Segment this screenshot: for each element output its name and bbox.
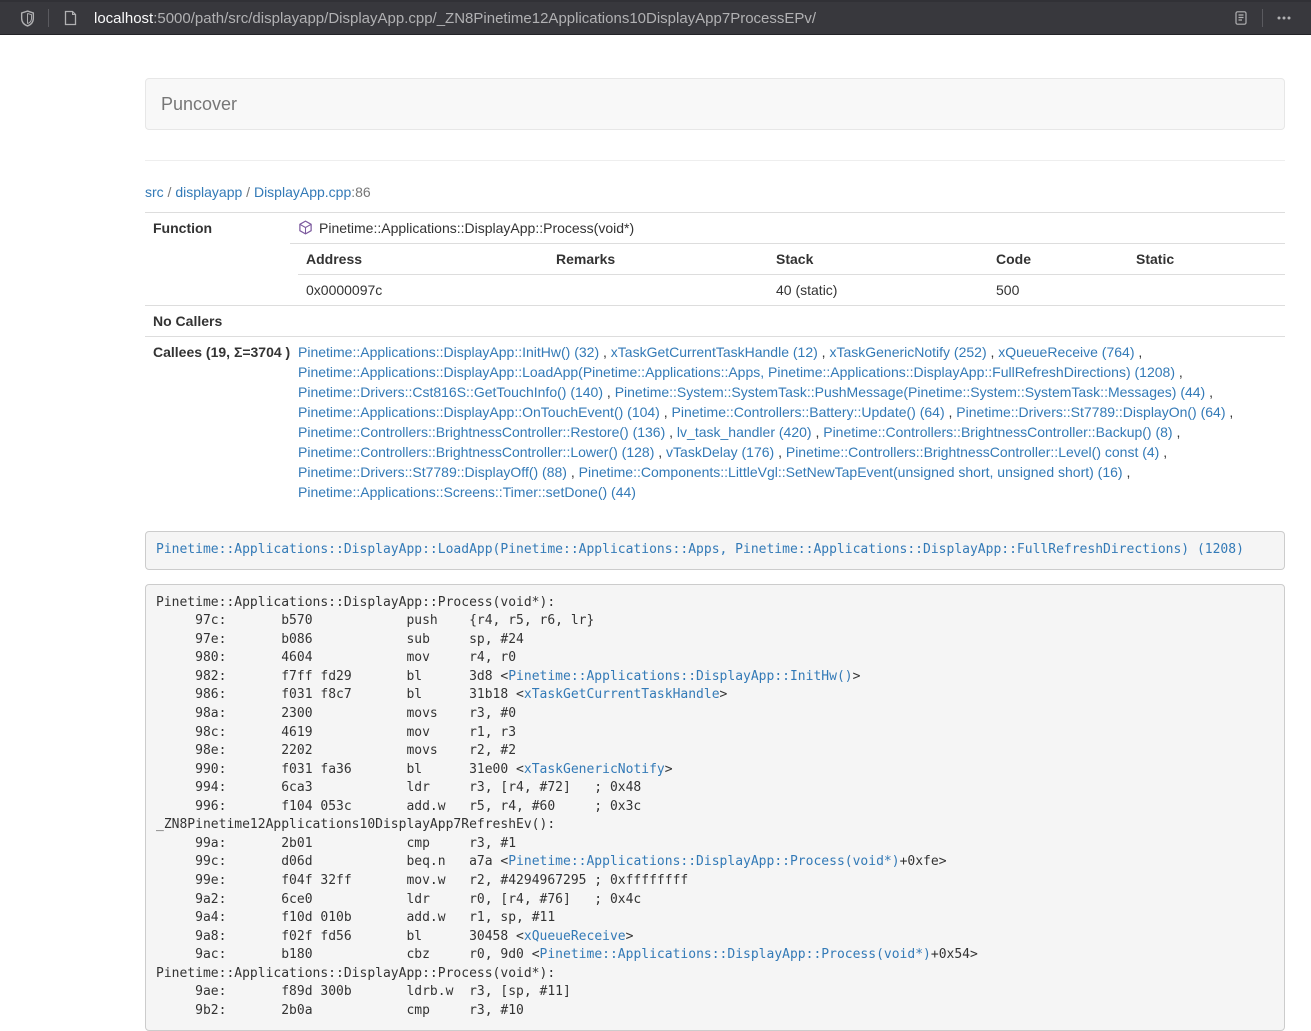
url-bar[interactable]: localhost:5000/path/src/displayapp/Displ… [94,10,1226,27]
function-row: Function Pinetime::Applications::Display… [145,213,1285,244]
callee-link[interactable]: Pinetime::Drivers::Cst816S::GetTouchInfo… [298,384,603,400]
stats-row-wrapper: AddressRemarksStackCodeStatic 0x0000097c… [145,244,1285,306]
callee-link[interactable]: Pinetime::System::SystemTask::PushMessag… [615,384,1206,400]
url-host: localhost [94,10,153,27]
breadcrumb-link[interactable]: displayapp [175,184,242,200]
toolbar-divider [48,9,49,27]
callee-link[interactable]: Pinetime::Applications::Screens::Timer::… [298,484,636,500]
menu-icon[interactable] [1269,5,1299,31]
callee-link[interactable]: Pinetime::Controllers::BrightnessControl… [298,444,654,460]
callee-link[interactable]: Pinetime::Drivers::St7789::DisplayOff() … [298,464,567,480]
callee-link[interactable]: vTaskDelay (176) [666,444,774,460]
toolbar-divider [1262,9,1263,27]
callee-link[interactable]: xQueueReceive (764) [998,344,1134,360]
stats-value-row: 0x0000097c 40 (static)500 [298,275,1285,306]
stats-cell: AddressRemarksStackCodeStatic 0x0000097c… [290,244,1285,306]
callee-link[interactable]: xTaskGenericNotify (252) [829,344,986,360]
callee-link[interactable]: Pinetime::Components::LittleVgl::SetNewT… [579,464,1123,480]
highlighted-symbol-box: Pinetime::Applications::DisplayApp::Load… [145,531,1285,570]
callers-row: No Callers [145,306,1285,337]
function-cell: Pinetime::Applications::DisplayApp::Proc… [290,213,1285,244]
cube-icon [298,220,313,235]
disassembly-box: Pinetime::Applications::DisplayApp::Proc… [145,584,1285,1031]
shield-icon[interactable] [12,5,42,31]
asm-symbol-link[interactable]: Pinetime::Applications::DisplayApp::Proc… [540,947,931,962]
callee-link[interactable]: lv_task_handler (420) [677,424,812,440]
stats-header: Stack [768,244,988,275]
callee-link[interactable]: Pinetime::Applications::DisplayApp::Init… [298,344,599,360]
callee-link[interactable]: xTaskGetCurrentTaskHandle (12) [611,344,818,360]
callee-link[interactable]: Pinetime::Controllers::BrightnessControl… [786,444,1159,460]
navbar: Puncover [145,78,1285,130]
page-icon[interactable] [55,5,85,31]
function-label: Function [145,213,290,244]
url-path: :5000/path/src/displayapp/DisplayApp.cpp… [153,10,816,27]
asm-symbol-link[interactable]: Pinetime::Applications::DisplayApp::Proc… [508,854,899,869]
breadcrumb-line-number: :86 [351,184,370,200]
browser-toolbar: localhost:5000/path/src/displayapp/Displ… [0,0,1311,35]
callee-link[interactable]: Pinetime::Controllers::Battery::Update()… [672,404,945,420]
callee-link[interactable]: Pinetime::Applications::DisplayApp::Load… [298,364,1175,380]
stats-header-row: AddressRemarksStackCodeStatic [298,244,1285,275]
stats-header: Remarks [548,244,768,275]
asm-symbol-link[interactable]: xQueueReceive [524,929,626,944]
function-table: Function Pinetime::Applications::Display… [145,212,1285,507]
asm-symbol-link[interactable]: xTaskGenericNotify [524,762,665,777]
function-name: Pinetime::Applications::DisplayApp::Proc… [319,220,634,236]
stats-table: AddressRemarksStackCodeStatic 0x0000097c… [298,244,1285,305]
callees-label: Callees (19, Σ=3704 ) [145,337,290,508]
breadcrumb: src / displayapp / DisplayApp.cpp:86 [145,182,1285,202]
brand-link[interactable]: Puncover [161,94,237,114]
asm-symbol-link[interactable]: Pinetime::Applications::DisplayApp::Init… [508,669,852,684]
callees-row: Callees (19, Σ=3704 ) Pinetime::Applicat… [145,337,1285,508]
page-container: Puncover src / displayapp / DisplayApp.c… [145,35,1285,1031]
callers-cell [290,306,1285,337]
stats-header: Address [298,244,548,275]
callee-link[interactable]: Pinetime::Applications::DisplayApp::OnTo… [298,404,660,420]
callee-link[interactable]: Pinetime::Controllers::BrightnessControl… [823,424,1172,440]
callees-list: Pinetime::Applications::DisplayApp::Init… [290,337,1285,508]
breadcrumb-link[interactable]: DisplayApp.cpp [254,184,351,200]
breadcrumb-separator: / [242,184,254,200]
stats-value: 40 (static) [768,275,988,306]
stats-header: Static [1128,244,1285,275]
no-callers-label: No Callers [145,306,290,337]
stats-header: Code [988,244,1128,275]
divider-rule [145,160,1285,161]
stats-value [548,275,768,306]
toolbar-right-group [1226,5,1299,31]
breadcrumb-link[interactable]: src [145,184,164,200]
empty-label-cell [145,244,290,306]
callee-link[interactable]: Pinetime::Drivers::St7789::DisplayOn() (… [956,404,1225,420]
reader-mode-icon[interactable] [1226,5,1256,31]
stats-value [1128,275,1285,306]
highlighted-symbol-link[interactable]: Pinetime::Applications::DisplayApp::Load… [156,542,1244,557]
stats-value: 0x0000097c [298,275,548,306]
callee-link[interactable]: Pinetime::Controllers::BrightnessControl… [298,424,665,440]
breadcrumb-separator: / [164,184,176,200]
stats-value: 500 [988,275,1128,306]
asm-symbol-link[interactable]: xTaskGetCurrentTaskHandle [524,687,720,702]
